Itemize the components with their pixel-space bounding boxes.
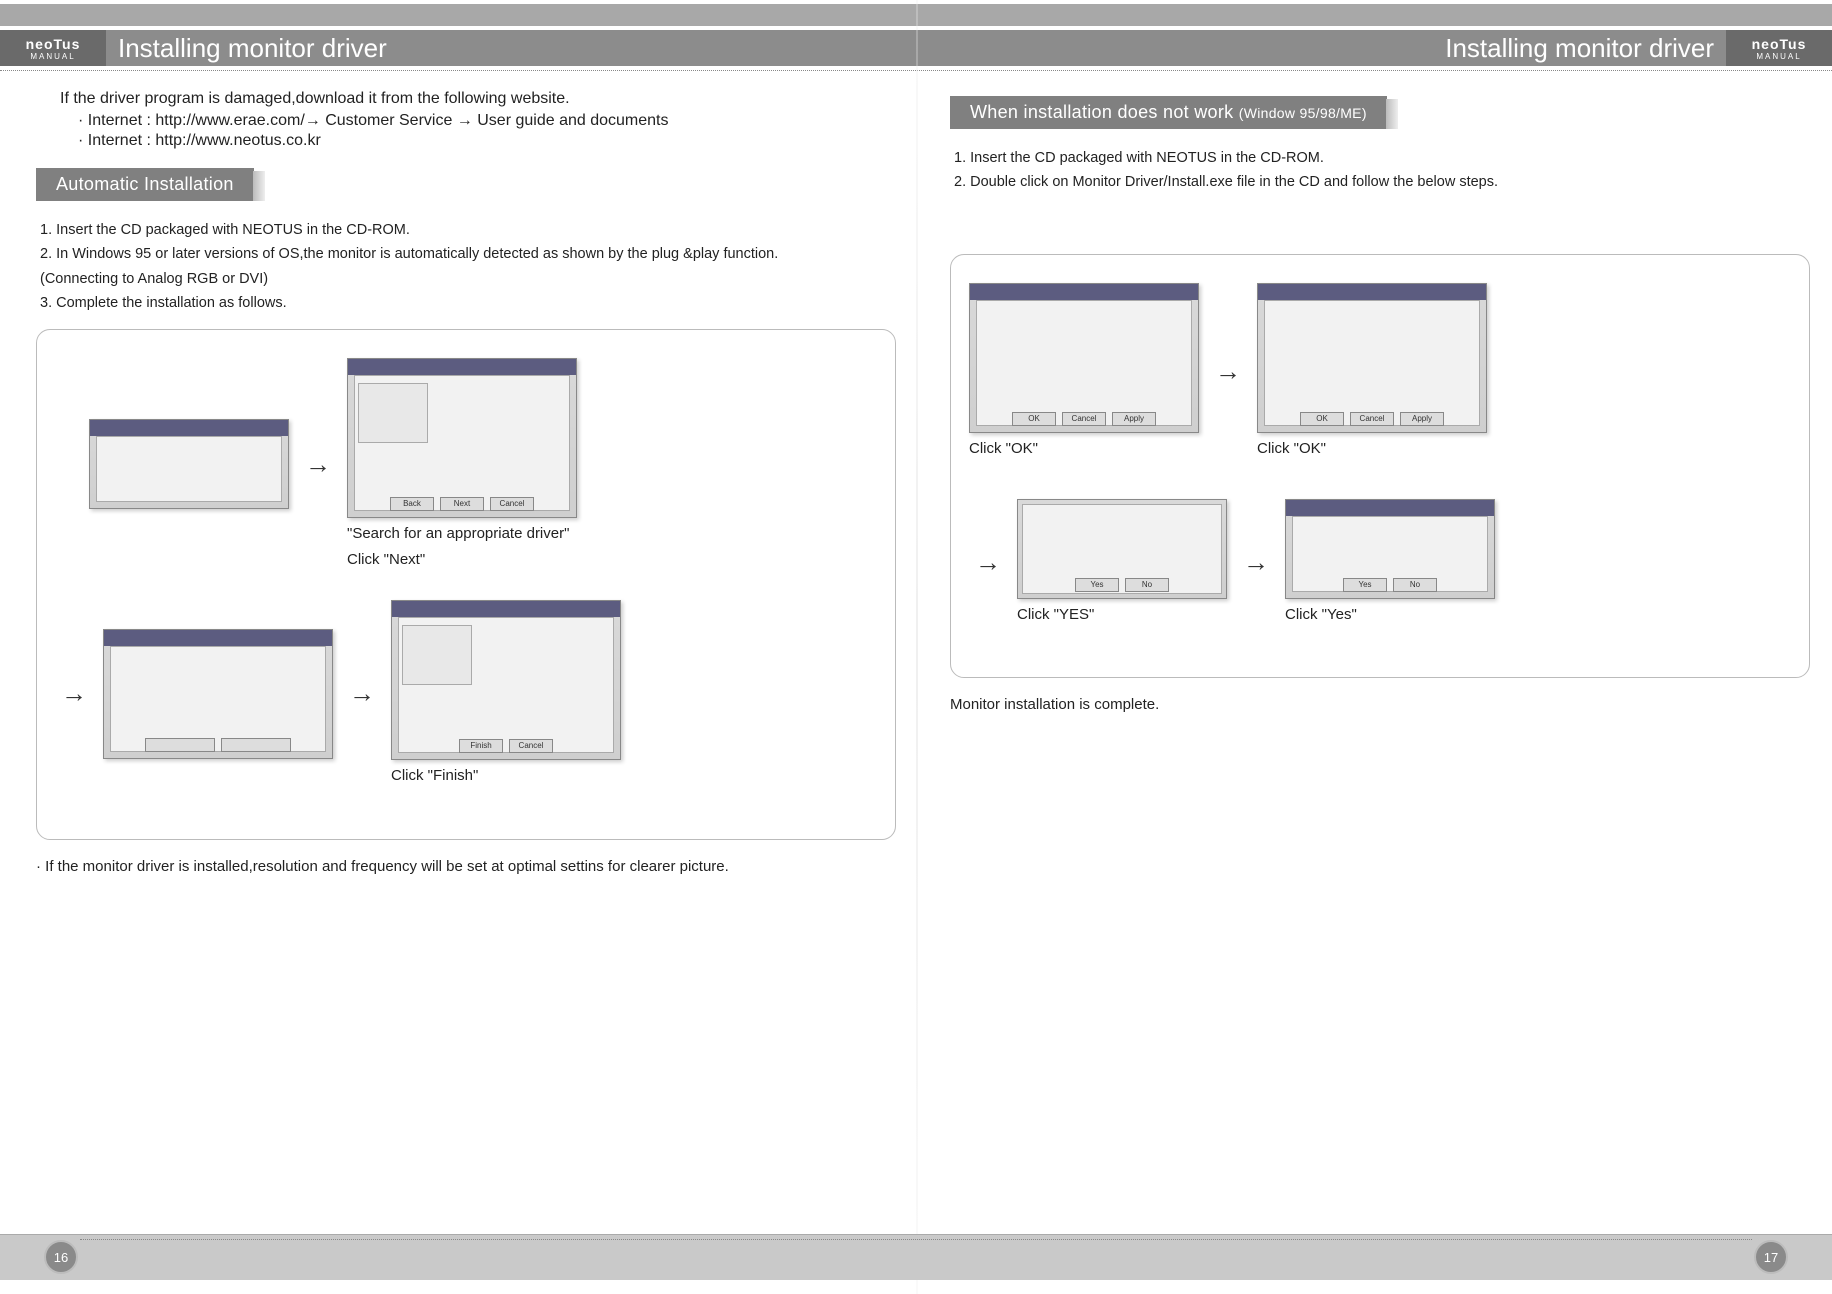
row-1: → Back Next Cancel "Search for an approp… (55, 358, 877, 571)
col-confirm-1: Yes No Click "YES" (1017, 499, 1227, 625)
screenshot-searching (103, 629, 333, 759)
col-confirm-2: Yes No Click "Yes" (1285, 499, 1495, 625)
next-button: Next (440, 497, 484, 511)
arrow-icon-3: → (343, 678, 381, 709)
cap-yes-1: Click "YES" (1017, 605, 1094, 625)
screenshot-wizard-search: Back Next Cancel (347, 358, 577, 518)
caption-2: Click "Finish" (391, 766, 478, 786)
cancel-button-2: Cancel (509, 739, 553, 753)
r-row-2: → Yes No Click "YES" → Yes No (969, 499, 1791, 625)
brand-top-r: neoTus (1752, 36, 1807, 52)
cancel-button: Cancel (490, 497, 534, 511)
arrow-icon-r2: → (969, 547, 1007, 578)
screenshot-display-props-1: OK Cancel Apply (969, 283, 1199, 433)
no-button-2: No (1393, 578, 1437, 592)
arrow-icon-r3: → (1237, 547, 1275, 578)
r-step-2: 2. Double click on Monitor Driver/Instal… (954, 171, 1810, 193)
back-button: Back (390, 497, 434, 511)
section-heading-wrap: Automatic Installation (36, 152, 896, 201)
row-2: → → Finish Cancel Click "Finis (55, 600, 877, 786)
cap-ok-2: Click "OK" (1257, 439, 1326, 459)
right-panel: OK Cancel Apply Click "OK" → OK Cancel A… (950, 254, 1810, 679)
bullet-2: · Internet : http://www.neotus.co.kr (78, 132, 896, 150)
col-wizard-1: Back Next Cancel "Search for an appropri… (347, 358, 577, 571)
right-page: When installation does not work (Window … (950, 80, 1810, 713)
header-left: neoTus MANUAL Installing monitor driver (0, 30, 399, 66)
footer (0, 1234, 1832, 1280)
brand-top: neoTus (26, 36, 81, 52)
section-heading: Automatic Installation (36, 168, 254, 201)
caption-1b: Click "Next" (347, 550, 425, 570)
header-right: Installing monitor driver neoTus MANUAL (1433, 30, 1832, 66)
right-done: Monitor installation is complete. (950, 696, 1810, 713)
section-heading-main: When installation does not work (970, 102, 1233, 122)
left-page: If the driver program is damaged,downloa… (36, 80, 896, 875)
page-number-left: 16 (44, 1240, 78, 1274)
blank-button (145, 738, 215, 752)
intro-text: If the driver program is damaged,downloa… (60, 90, 896, 108)
cap-yes-2: Click "Yes" (1285, 605, 1357, 625)
step-2: 2. In Windows 95 or later versions of OS… (40, 243, 896, 265)
caption-1a: "Search for an appropriate driver" (347, 524, 569, 544)
brand-bot: MANUAL (30, 52, 75, 61)
brand-logo-left: neoTus MANUAL (0, 30, 106, 66)
apply-button-r1: Apply (1112, 412, 1156, 426)
section-stripe (253, 171, 265, 201)
r-row-1: OK Cancel Apply Click "OK" → OK Cancel A… (969, 283, 1791, 459)
screenshot-confirm-2: Yes No (1285, 499, 1495, 599)
footer-dots (80, 1239, 1752, 1240)
screenshot-wizard-finish: Finish Cancel (391, 600, 621, 760)
screenshot-new-hardware (89, 419, 289, 509)
step-1: 1. Insert the CD packaged with NEOTUS in… (40, 219, 896, 241)
brand-bot-r: MANUAL (1756, 52, 1801, 61)
apply-button-r2: Apply (1400, 412, 1444, 426)
cap-ok-1: Click "OK" (969, 439, 1038, 459)
section-stripe-r (1386, 99, 1398, 129)
col-wizard-2: Finish Cancel Click "Finish" (391, 600, 621, 786)
col-disp-2: OK Cancel Apply Click "OK" (1257, 283, 1487, 459)
r-step-1: 1. Insert the CD packaged with NEOTUS in… (954, 147, 1810, 169)
section-heading-wrap-r: When installation does not work (Window … (950, 80, 1810, 129)
page-title-left: Installing monitor driver (106, 33, 399, 64)
yes-button-1: Yes (1075, 578, 1119, 592)
ok-button-2: OK (1300, 412, 1344, 426)
arrow-icon-2: → (55, 678, 93, 709)
bullet-1: · Internet : http://www.erae.com/→ Custo… (78, 112, 896, 130)
page-spine (916, 0, 918, 1294)
left-steps: 1. Insert the CD packaged with NEOTUS in… (40, 219, 896, 315)
left-panel: → Back Next Cancel "Search for an approp… (36, 329, 896, 840)
ok-button-1: OK (1012, 412, 1056, 426)
page-number-right: 17 (1754, 1240, 1788, 1274)
step-2b: (Connecting to Analog RGB or DVI) (40, 268, 896, 290)
screenshot-confirm-1: Yes No (1017, 499, 1227, 599)
right-steps: 1. Insert the CD packaged with NEOTUS in… (954, 147, 1810, 194)
yes-button-2: Yes (1343, 578, 1387, 592)
section-heading-r: When installation does not work (Window … (950, 96, 1387, 129)
arrow-icon: → (299, 449, 337, 480)
cancel-button-r1: Cancel (1062, 412, 1106, 426)
col-disp-1: OK Cancel Apply Click "OK" (969, 283, 1199, 459)
screenshot-display-props-2: OK Cancel Apply (1257, 283, 1487, 433)
left-note: · If the monitor driver is installed,res… (36, 858, 896, 875)
arrow-icon-r1: → (1209, 356, 1247, 387)
no-button-1: No (1125, 578, 1169, 592)
step-3: 3. Complete the installation as follows. (40, 292, 896, 314)
cancel-button-r2: Cancel (1350, 412, 1394, 426)
page-title-right: Installing monitor driver (1433, 33, 1726, 64)
section-heading-sub: (Window 95/98/ME) (1239, 105, 1367, 121)
finish-button: Finish (459, 739, 503, 753)
blank-button-2 (221, 738, 291, 752)
brand-logo-right: neoTus MANUAL (1726, 30, 1832, 66)
